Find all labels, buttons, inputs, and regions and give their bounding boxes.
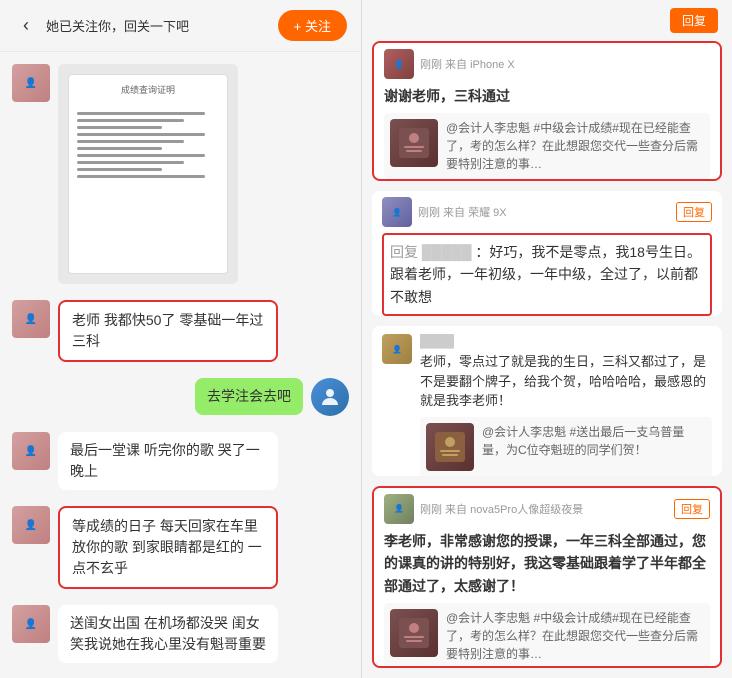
message-text: 送闺女出国 在机场都没哭 闺女笑我说她在我心里没有魁哥重要 <box>70 615 266 652</box>
card-content: 👤 ████ 老师，零点过了就是我的生日，三科又都过了，是不是要翻个牌子，给我个… <box>372 326 722 475</box>
back-button[interactable]: ‹ <box>14 14 38 38</box>
avatar-image: 👤 <box>12 300 50 338</box>
chat-bubble: 最后一堂课 听完你的歌 哭了一晚上 <box>58 432 278 490</box>
comment-text-highlighted: 回复 █████ ：好巧，我不是零点，我18号生日。跟着老师，一年初级，一年中级… <box>382 233 712 316</box>
quoted-text: @会计人李忠魁 #中级会计成绩#现在已经能查了，考的怎么样？在此想跟您交代一些查… <box>446 609 704 663</box>
card-header-left: 👤 刚刚 来自 iPhone X <box>384 49 515 79</box>
reply-label[interactable]: 回复 <box>676 202 712 222</box>
avatar: 👤 <box>12 300 50 338</box>
card-content: 李老师，非常感谢您的授课，一年三科全部通过，您的课真的讲的特别好，我这零基础跟着… <box>374 530 720 668</box>
table-row: 去学注会去吧 <box>12 378 349 416</box>
avatar-image: 👤 <box>12 506 50 544</box>
sub-reply-avatar: 👤 <box>382 334 412 364</box>
follow-button[interactable]: + 关注 <box>278 10 347 41</box>
quoted-text: @会计人李忠魁 #送出最后一支乌普量量，为C位夺魁班的同学们贺！ <box>482 423 706 471</box>
card-content: 谢谢老师，三科通过 @会计人李忠魁 #中级会计成绩#现在已经能查了，考的怎么样？… <box>374 85 720 181</box>
blurred-name: █████ <box>422 244 472 260</box>
avatar-placeholder: 👤 <box>392 345 402 354</box>
avatar-placeholder: 👤 <box>394 60 404 69</box>
doc-line <box>77 133 205 136</box>
comment-time-source: 刚刚 来自 荣耀 9X <box>418 204 507 220</box>
table-row: 👤 最后一堂课 听完你的歌 哭了一晚上 <box>12 432 349 490</box>
sub-reply-content: ████ 老师，零点过了就是我的生日，三科又都过了，是不是要翻个牌子，给我个贺，… <box>420 334 712 475</box>
chat-bubble: 老师 我都快50了 零基础一年过三科 <box>58 300 278 362</box>
image-message: 成绩查询证明 <box>58 64 238 284</box>
quoted-thumbnail <box>390 609 438 657</box>
table-row: 👤 送闺女出国 在机场都没哭 闺女笑我说她在我心里没有魁哥重要 <box>12 605 349 663</box>
comment-time-source: 刚刚 来自 nova5Pro人像超级夜景 <box>420 501 583 517</box>
reply-label[interactable]: 回复 <box>674 499 710 519</box>
message-text: 去学注会去吧 <box>207 388 291 404</box>
commenter-avatar: 👤 <box>384 49 414 79</box>
quoted-thumbnail <box>426 423 474 471</box>
quoted-thumbnail <box>390 119 438 167</box>
quoted-post: @会计人李忠魁 #送出最后一支乌普量量，为C位夺魁班的同学们贺！ <box>420 417 712 476</box>
comment-card: 👤 刚刚 来自 iPhone X 谢谢老师，三科通过 @会计人李忠魁 #中级会计… <box>372 41 722 181</box>
chat-bubble: 等成绩的日子 每天回家在车里放你的歌 到家眼睛都是红的 一点不玄乎 <box>58 506 278 589</box>
message-text: 等成绩的日子 每天回家在车里放你的歌 到家眼睛都是红的 一点不玄乎 <box>72 518 262 576</box>
chat-body: 👤 成绩查询证明 <box>0 52 361 678</box>
card-header: 👤 刚刚 来自 nova5Pro人像超级夜景 回复 <box>374 488 720 530</box>
quoted-text: @会计人李忠魁 #中级会计成绩#现在已经能查了，考的怎么样？在此想跟您交代一些查… <box>446 119 704 173</box>
right-header: 回复 <box>362 0 732 41</box>
blurred-name: ████ <box>420 334 454 348</box>
card-header: 👤 刚刚 来自 iPhone X <box>374 43 720 85</box>
commenter-avatar: 👤 <box>384 494 414 524</box>
table-row: 👤 成绩查询证明 <box>12 64 349 284</box>
avatar-image: 👤 <box>12 64 50 102</box>
doc-line <box>77 126 162 129</box>
doc-header-text: 成绩查询证明 <box>121 83 175 96</box>
card-header-left: 👤 刚刚 来自 荣耀 9X <box>382 197 507 227</box>
chat-bubble-self: 去学注会去吧 <box>195 378 303 415</box>
doc-line <box>77 161 184 164</box>
doc-preview: 成绩查询证明 <box>68 74 228 274</box>
sub-reply-row: 👤 ████ 老师，零点过了就是我的生日，三科又都过了，是不是要翻个牌子，给我个… <box>382 334 712 475</box>
doc-line <box>77 119 184 122</box>
right-panel: 回复 👤 刚刚 来自 iPhone X 谢谢老师，三科通过 @会计人李忠魁 #中… <box>362 0 732 678</box>
doc-line <box>77 147 162 150</box>
comment-card: 👤 刚刚 来自 nova5Pro人像超级夜景 回复 李老师，非常感谢您的授课，一… <box>372 486 722 668</box>
comment-card: 👤 刚刚 来自 荣耀 9X 回复 回复 █████ ：好巧，我不是零点，我18号… <box>372 191 722 316</box>
table-row: 👤 等成绩的日子 每天回家在车里放你的歌 到家眼睛都是红的 一点不玄乎 <box>12 506 349 589</box>
doc-line <box>77 175 205 178</box>
left-panel: ‹ 她已关注你，回关一下吧 + 关注 👤 成绩查询证明 <box>0 0 362 678</box>
reply-button[interactable]: 回复 <box>670 8 718 33</box>
left-header: ‹ 她已关注你，回关一下吧 + 关注 <box>0 0 361 52</box>
commenter-avatar: 👤 <box>382 197 412 227</box>
avatar-placeholder: 👤 <box>392 208 402 217</box>
sub-reply-text: 老师，零点过了就是我的生日，三科又都过了，是不是要翻个牌子，给我个贺，哈哈哈哈，… <box>420 352 712 411</box>
avatar: 👤 <box>12 506 50 544</box>
quoted-post: @会计人李忠魁 #中级会计成绩#现在已经能查了，考的怎么样？在此想跟您交代一些查… <box>384 603 710 668</box>
avatar: 👤 <box>12 605 50 643</box>
chat-bubble: 送闺女出国 在机场都没哭 闺女笑我说她在我心里没有魁哥重要 <box>58 605 278 663</box>
card-header: 👤 刚刚 来自 荣耀 9X 回复 <box>372 191 722 233</box>
doc-lines <box>77 112 219 178</box>
avatar-image: 👤 <box>12 605 50 643</box>
doc-line <box>77 154 205 157</box>
header-subtitle: 她已关注你，回关一下吧 <box>46 16 278 35</box>
quoted-post: @会计人李忠魁 #中级会计成绩#现在已经能查了，考的怎么样？在此想跟您交代一些查… <box>384 113 710 179</box>
doc-line <box>77 140 184 143</box>
self-avatar <box>311 378 349 416</box>
comment-card: 👤 ████ 老师，零点过了就是我的生日，三科又都过了，是不是要翻个牌子，给我个… <box>372 326 722 475</box>
reply-target: 回复 <box>390 244 422 260</box>
avatar-image: 👤 <box>12 432 50 470</box>
avatar-placeholder: 👤 <box>394 504 404 513</box>
comment-time-source: 刚刚 来自 iPhone X <box>420 56 515 72</box>
sub-reply-username: ████ <box>420 334 712 348</box>
doc-line <box>77 112 205 115</box>
avatar: 👤 <box>12 432 50 470</box>
comment-text: 李老师，非常感谢您的授课，一年三科全部通过，您的课真的讲的特别好，我这零基础跟着… <box>384 530 710 597</box>
doc-line <box>77 168 162 171</box>
table-row: 👤 老师 我都快50了 零基础一年过三科 <box>12 300 349 362</box>
card-header-left: 👤 刚刚 来自 nova5Pro人像超级夜景 <box>384 494 583 524</box>
card-content: 回复 █████ ：好巧，我不是零点，我18号生日。跟着老师，一年初级，一年中级… <box>372 233 722 316</box>
message-text: 最后一堂课 听完你的歌 哭了一晚上 <box>70 442 260 479</box>
message-text: 老师 我都快50了 零基础一年过三科 <box>72 312 263 349</box>
avatar: 👤 <box>12 64 50 102</box>
comment-text: 谢谢老师，三科通过 <box>384 85 710 107</box>
